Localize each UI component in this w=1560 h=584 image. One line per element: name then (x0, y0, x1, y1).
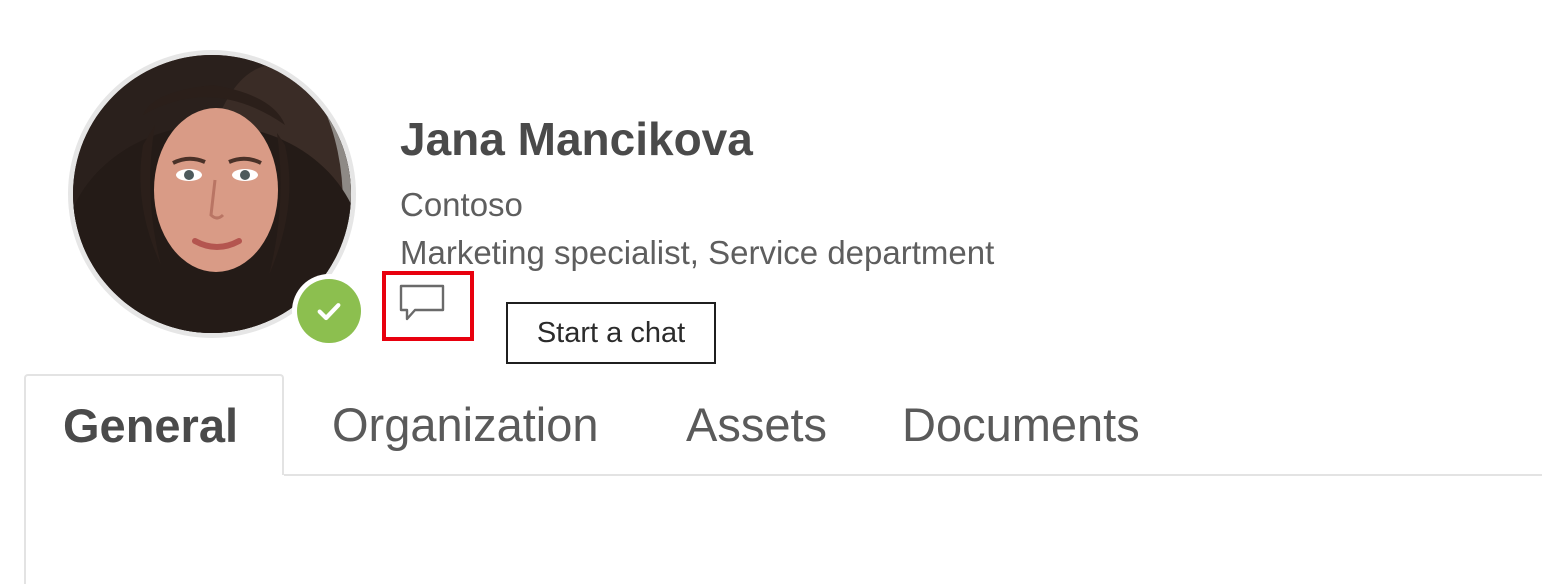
start-chat-button[interactable] (382, 271, 474, 341)
chat-bubble-icon (399, 284, 445, 321)
tab-documents[interactable]: Documents (902, 374, 1140, 475)
tab-content-panel (24, 474, 1544, 584)
checkmark-icon (317, 303, 341, 321)
profile-tabs: General Organization Assets Documents (0, 374, 1560, 584)
chat-tooltip: Start a chat (506, 302, 716, 364)
presence-available-indicator (297, 279, 361, 343)
tab-organization[interactable]: Organization (332, 374, 599, 475)
tab-general[interactable]: General (24, 374, 284, 475)
profile-job-title: Marketing specialist, Service department (400, 234, 995, 271)
tab-assets[interactable]: Assets (686, 374, 827, 475)
profile-company: Contoso (400, 186, 523, 223)
profile-name: Jana Mancikova (400, 113, 753, 165)
presence-badge (292, 274, 366, 348)
